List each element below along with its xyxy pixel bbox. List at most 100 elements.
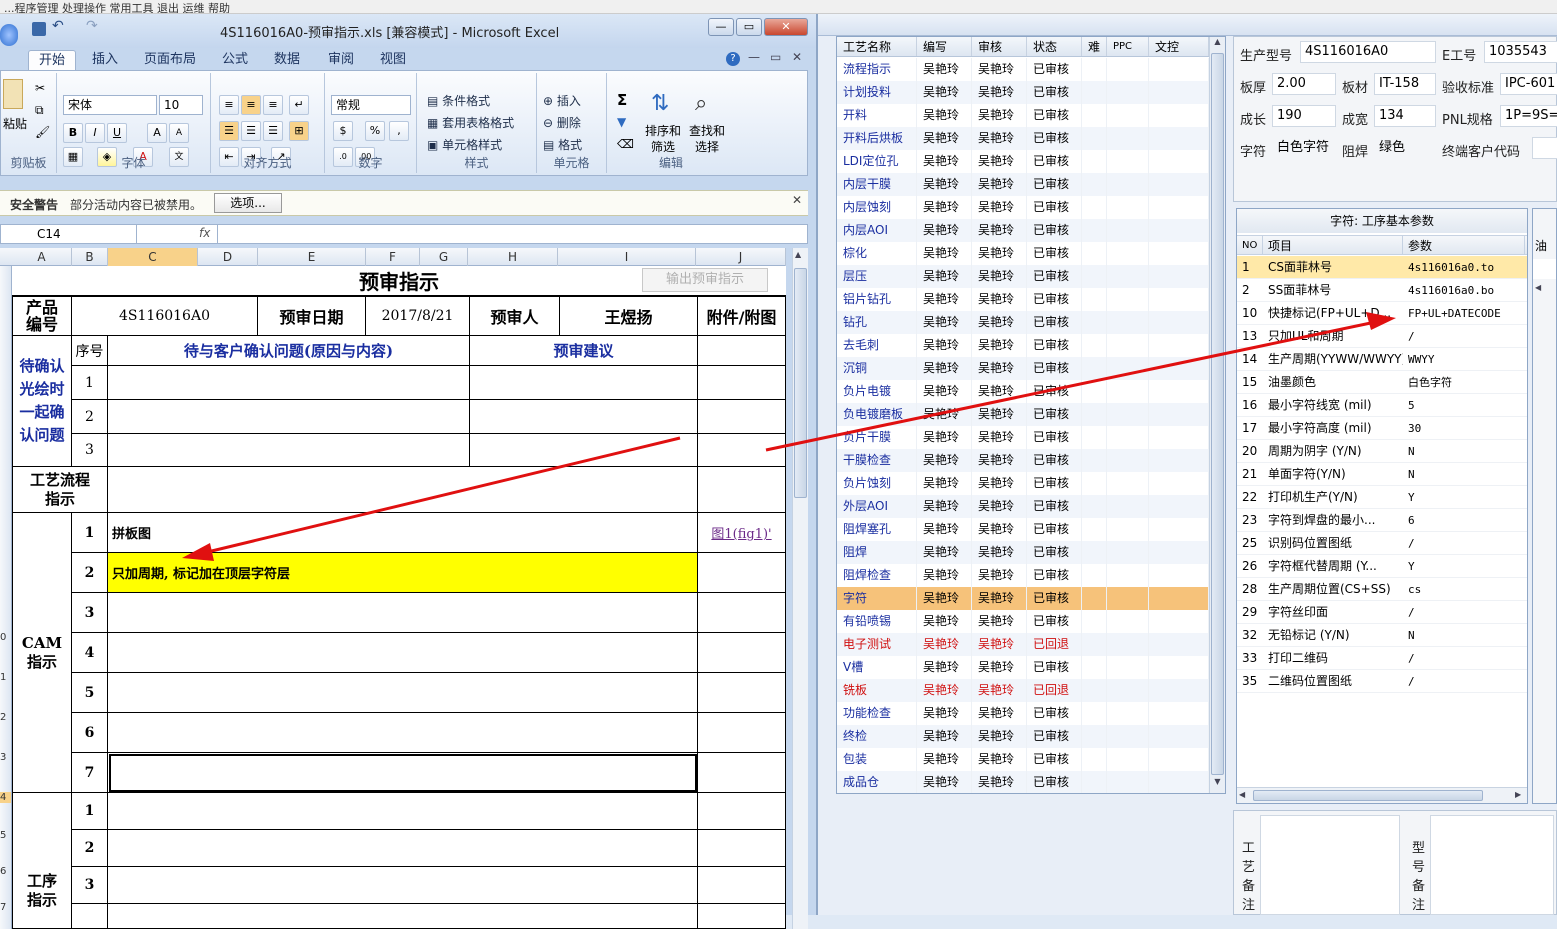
col-header-g[interactable]: G bbox=[420, 248, 468, 266]
redo-icon[interactable]: ↷ bbox=[86, 18, 98, 34]
process-row[interactable]: 外层AOI 吴艳玲 吴艳玲 已审核 bbox=[837, 495, 1209, 518]
row-header[interactable]: 0 bbox=[0, 632, 6, 643]
process-row[interactable]: 铝片钻孔 吴艳玲 吴艳玲 已审核 bbox=[837, 288, 1209, 311]
process-row[interactable]: 负片电镀 吴艳玲 吴艳玲 已审核 bbox=[837, 380, 1209, 403]
scroll-thumb[interactable] bbox=[794, 268, 807, 498]
char-field[interactable]: 白色字符 bbox=[1272, 137, 1336, 159]
advice-cell[interactable] bbox=[470, 434, 698, 467]
tab-view[interactable]: 视图 bbox=[380, 50, 406, 70]
format-painter-icon[interactable]: 🖌 bbox=[35, 125, 50, 139]
scroll-up-icon[interactable]: ▲ bbox=[1211, 37, 1224, 51]
process-row[interactable]: 干膜检查 吴艳玲 吴艳玲 已审核 bbox=[837, 449, 1209, 472]
col-header-b[interactable]: B bbox=[72, 248, 108, 266]
col-no[interactable]: NO bbox=[1237, 236, 1263, 254]
process-row[interactable]: 包装 吴艳玲 吴艳玲 已审核 bbox=[837, 748, 1209, 771]
row-header[interactable]: 2 bbox=[0, 712, 6, 723]
param-row[interactable]: 17 最小字符高度 (mil) 30 bbox=[1237, 417, 1527, 440]
tab-data[interactable]: 数据 bbox=[274, 50, 300, 70]
process-row[interactable]: 负片蚀刻 吴艳玲 吴艳玲 已审核 bbox=[837, 472, 1209, 495]
advice-cell[interactable] bbox=[470, 366, 698, 400]
col-ppc[interactable]: PPC bbox=[1107, 37, 1149, 56]
process-list[interactable]: 工艺名称 编写 审核 状态 难 PPC 文控 流程指示 吴艳玲 吴艳玲 已审核 计划投料… bbox=[836, 36, 1226, 794]
length-field[interactable]: 190 bbox=[1272, 105, 1336, 127]
ribbon-minimize-icon[interactable]: — bbox=[748, 50, 760, 64]
scroll-left-icon[interactable]: ◀ bbox=[1535, 283, 1541, 292]
col-doc-control[interactable]: 文控 bbox=[1149, 37, 1209, 56]
font-name-select[interactable]: 宋体 bbox=[63, 95, 157, 115]
hscroll-thumb[interactable] bbox=[1253, 790, 1483, 801]
attachment-cell[interactable] bbox=[698, 904, 786, 929]
currency-icon[interactable]: $ bbox=[333, 121, 353, 141]
attachment-cell[interactable] bbox=[698, 713, 786, 753]
office-button-icon[interactable] bbox=[0, 24, 18, 46]
param-row[interactable]: 1 CS面菲林号 4s116016a0.to bbox=[1237, 256, 1527, 279]
comma-icon[interactable]: , bbox=[389, 121, 409, 141]
attachment-cell[interactable] bbox=[698, 793, 786, 830]
cam-instruction[interactable] bbox=[108, 593, 698, 633]
clear-icon[interactable]: ⌫ bbox=[617, 137, 634, 151]
process-row[interactable]: 有铅喷锡 吴艳玲 吴艳玲 已审核 bbox=[837, 610, 1209, 633]
width-field[interactable]: 134 bbox=[1374, 105, 1436, 127]
copy-icon[interactable]: ⧉ bbox=[35, 103, 44, 118]
ribbon-close-icon[interactable]: ✕ bbox=[792, 50, 802, 64]
proc-instruction[interactable] bbox=[108, 830, 698, 867]
row-header[interactable]: 6 bbox=[0, 866, 6, 877]
param-row[interactable]: 20 周期为阴字 (Y/N) N bbox=[1237, 440, 1527, 463]
attachment-cell[interactable] bbox=[698, 400, 786, 434]
param-row[interactable]: 29 字符丝印面 / bbox=[1237, 601, 1527, 624]
process-row[interactable]: 铣板 吴艳玲 吴艳玲 已回退 bbox=[837, 679, 1209, 702]
sort-filter-button[interactable]: 排序和 筛选 bbox=[645, 123, 681, 155]
tab-insert[interactable]: 插入 bbox=[92, 50, 118, 70]
attachment-cell[interactable] bbox=[698, 467, 786, 513]
name-box[interactable]: C14 bbox=[1, 225, 137, 243]
font-shrink-icon[interactable]: A bbox=[169, 123, 189, 143]
attachment-cell[interactable] bbox=[698, 593, 786, 633]
param-row[interactable]: 16 最小字符线宽 (mil) 5 bbox=[1237, 394, 1527, 417]
cell-style-button[interactable]: ▣ 单元格样式 bbox=[427, 135, 502, 155]
maximize-button[interactable]: ▭ bbox=[736, 18, 762, 36]
param-row[interactable]: 10 快捷标记(FP+UL+D... FP+UL+DATECODE bbox=[1237, 302, 1527, 325]
table-format-button[interactable]: ▦ 套用表格格式 bbox=[427, 113, 514, 133]
attachment-cell[interactable] bbox=[698, 830, 786, 867]
conditional-format-button[interactable]: ▤ 条件格式 bbox=[427, 91, 490, 111]
attachment-cell[interactable] bbox=[698, 867, 786, 904]
cam-instruction-highlighted[interactable]: 只加周期, 标记加在顶层字符层 bbox=[108, 553, 698, 593]
col-writer[interactable]: 编写 bbox=[917, 37, 972, 56]
review-date[interactable]: 2017/8/21 bbox=[366, 297, 470, 336]
scroll-thumb[interactable] bbox=[1211, 53, 1224, 775]
col-value[interactable]: 参数 bbox=[1403, 236, 1525, 254]
fill-icon[interactable]: ▼ bbox=[617, 115, 626, 129]
param-row[interactable]: 2 SS面菲林号 4s116016a0.bo bbox=[1237, 279, 1527, 302]
param-row[interactable]: 35 二维码位置图纸 / bbox=[1237, 670, 1527, 693]
process-row[interactable]: 内层蚀刻 吴艳玲 吴艳玲 已审核 bbox=[837, 196, 1209, 219]
cam-instruction[interactable]: 拼板图 bbox=[108, 513, 698, 553]
delete-cells-button[interactable]: ⊖ 删除 bbox=[543, 113, 581, 133]
cut-icon[interactable]: ✂ bbox=[35, 81, 45, 95]
find-select-icon[interactable]: ⌕ bbox=[695, 91, 707, 116]
help-icon[interactable]: ? bbox=[726, 52, 740, 66]
param-row[interactable]: 23 字符到焊盘的最小... 6 bbox=[1237, 509, 1527, 532]
material-field[interactable]: IT-158 bbox=[1374, 73, 1436, 95]
percent-icon[interactable]: % bbox=[365, 121, 385, 141]
figure-link[interactable]: 图1(fig1)' bbox=[698, 513, 786, 553]
col-difficulty[interactable]: 难 bbox=[1082, 37, 1107, 56]
insert-cells-button[interactable]: ⊕ 插入 bbox=[543, 91, 581, 111]
paste-icon[interactable] bbox=[3, 79, 23, 109]
process-row[interactable]: 开料后烘板 吴艳玲 吴艳玲 已审核 bbox=[837, 127, 1209, 150]
param-row[interactable]: 22 打印机生产(Y/N) Y bbox=[1237, 486, 1527, 509]
param-row[interactable]: 26 字符框代替周期 (Y... Y bbox=[1237, 555, 1527, 578]
process-row[interactable]: 阻焊塞孔 吴艳玲 吴艳玲 已审核 bbox=[837, 518, 1209, 541]
col-status[interactable]: 状态 bbox=[1027, 37, 1082, 56]
proc-instruction[interactable] bbox=[108, 793, 698, 830]
align-center-icon[interactable]: ☰ bbox=[241, 121, 261, 141]
param-row[interactable]: 13 只加UL和周期 / bbox=[1237, 325, 1527, 348]
col-reviewer[interactable]: 审核 bbox=[972, 37, 1027, 56]
row-header[interactable]: 5 bbox=[0, 830, 6, 841]
param-row[interactable]: 21 单面字符(Y/N) N bbox=[1237, 463, 1527, 486]
undo-icon[interactable]: ↶ bbox=[52, 18, 64, 34]
ribbon-restore-icon[interactable]: ▭ bbox=[770, 50, 781, 64]
row-header[interactable]: 3 bbox=[0, 752, 6, 763]
attachment-cell[interactable] bbox=[698, 553, 786, 593]
col-process-name[interactable]: 工艺名称 bbox=[837, 37, 917, 56]
process-row[interactable]: 成品仓 吴艳玲 吴艳玲 已审核 bbox=[837, 771, 1209, 793]
